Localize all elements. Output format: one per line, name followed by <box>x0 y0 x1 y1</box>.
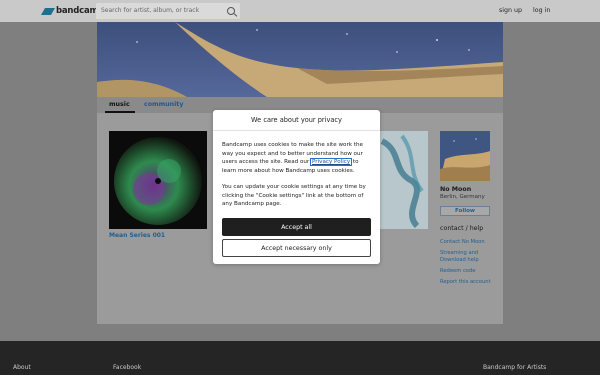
bandcamp-logo[interactable]: bandcamp <box>40 5 104 17</box>
report-account-link[interactable]: Report this account <box>440 279 491 286</box>
contact-artist-link[interactable]: Contact No Moon <box>440 239 485 246</box>
sign-up-link[interactable]: sign up <box>499 7 522 14</box>
artist-avatar-image <box>440 131 490 181</box>
bandcamp-logo-icon <box>40 7 56 15</box>
top-bar: bandcamp sign up log in <box>0 0 600 22</box>
search-input[interactable] <box>101 7 221 14</box>
follow-button[interactable]: Follow <box>440 206 490 216</box>
album-art-second-image <box>372 131 428 229</box>
log-in-link[interactable]: log in <box>533 7 550 14</box>
tab-community[interactable]: community <box>144 101 183 108</box>
cookie-consent-dialog: We care about your privacy Bandcamp uses… <box>213 110 380 264</box>
artist-name: No Moon <box>440 186 472 193</box>
redeem-code-link[interactable]: Redeem code <box>440 268 475 275</box>
footer-artists-link[interactable]: Bandcamp for Artists <box>483 364 546 371</box>
search-box <box>96 3 240 19</box>
cookie-settings-paragraph: You can update your cookie settings at a… <box>222 184 366 208</box>
footer-about-link[interactable]: About <box>13 364 31 371</box>
cookie-info-paragraph: Bandcamp uses cookies to make the site w… <box>222 141 372 175</box>
footer-facebook-link[interactable]: Facebook <box>113 364 141 371</box>
active-tab-indicator <box>105 111 135 113</box>
privacy-policy-link[interactable]: Privacy Policy <box>310 158 353 167</box>
dialog-title: We care about your privacy <box>213 110 380 131</box>
contact-help-heading: contact / help <box>440 225 484 232</box>
album-art-mean-series-001[interactable] <box>109 131 207 229</box>
album-art-image <box>109 131 207 229</box>
streaming-help-link[interactable]: Streaming and Download help <box>440 250 496 264</box>
tab-music[interactable]: music <box>107 101 132 108</box>
artist-avatar[interactable] <box>440 131 490 181</box>
accept-necessary-button[interactable]: Accept necessary only <box>222 239 371 257</box>
banner-image <box>97 22 503 97</box>
search-icon[interactable] <box>227 7 235 15</box>
album-title[interactable]: Mean Series 001 <box>109 232 165 239</box>
artist-location: Berlin, Germany <box>440 194 485 200</box>
accept-all-button[interactable]: Accept all <box>222 218 371 236</box>
artist-banner <box>97 22 503 97</box>
album-art-second[interactable] <box>372 131 428 229</box>
